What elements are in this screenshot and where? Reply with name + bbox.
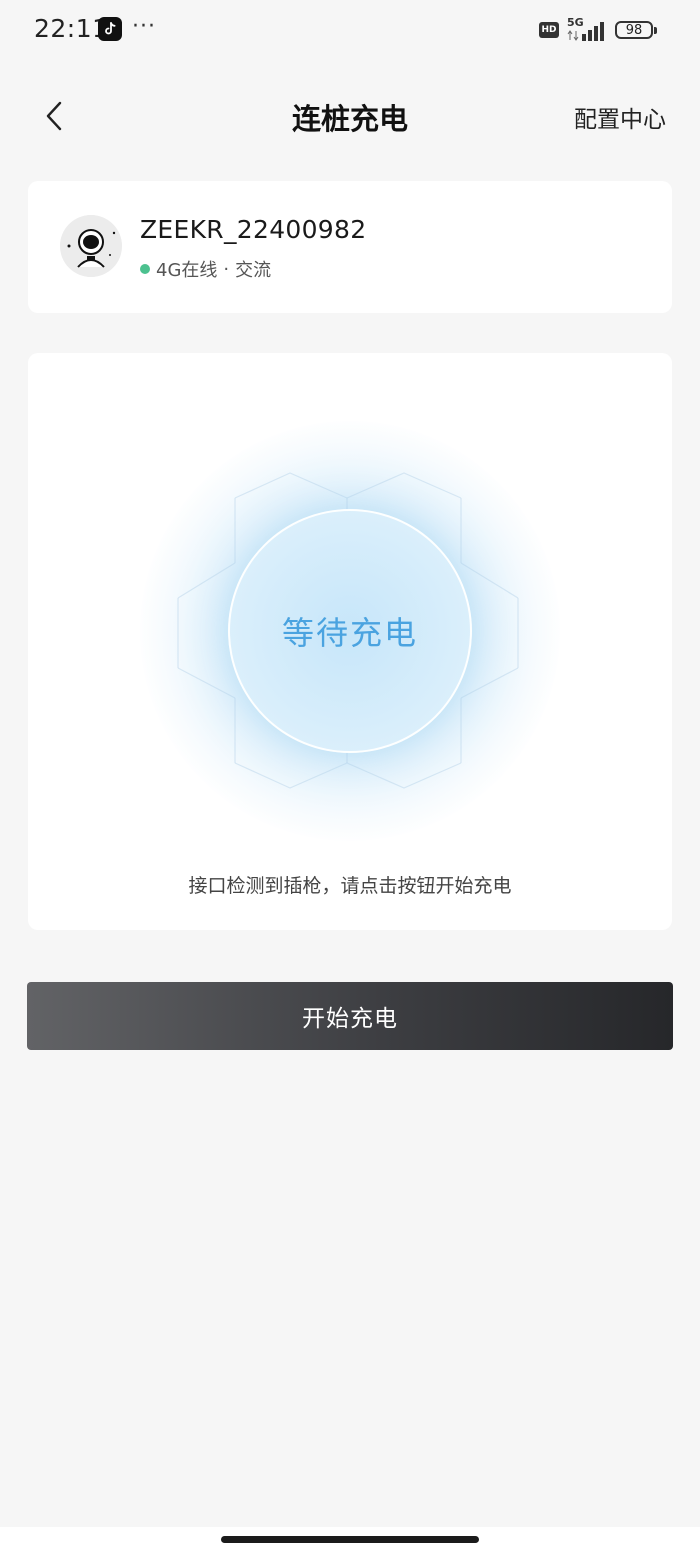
home-indicator[interactable]	[221, 1536, 479, 1543]
charge-status-card: 等待充电 接口检测到插枪，请点击按钮开始充电	[28, 353, 672, 930]
hd-badge: HD	[539, 22, 559, 38]
nav-bar: 连桩充电 配置中心	[0, 80, 700, 150]
charge-status-text: 等待充电	[281, 614, 418, 652]
device-card[interactable]: ZEEKR_22400982 4G在线 · 交流	[28, 181, 672, 313]
current-type-label: 交流	[235, 260, 272, 281]
signal-icon	[567, 22, 604, 41]
config-center-link[interactable]: 配置中心	[574, 100, 666, 134]
tiktok-app-icon	[98, 17, 122, 41]
charge-hint-text: 接口检测到插枪，请点击按钮开始充电	[188, 875, 512, 897]
battery-icon: 98	[615, 21, 657, 39]
avatar	[60, 215, 122, 277]
online-status-dot	[140, 264, 150, 274]
astronaut-icon	[60, 215, 122, 277]
charge-status-circle: 等待充电	[228, 509, 472, 753]
device-status: 4G在线 · 交流	[140, 256, 271, 282]
network-status-label: 4G在线	[156, 260, 218, 281]
more-notifications-icon: ···	[132, 14, 156, 39]
separator-dot: ·	[223, 258, 230, 280]
start-charging-button[interactable]: 开始充电	[27, 982, 673, 1050]
status-bar: 22:11 ··· HD 5G 98	[0, 0, 700, 62]
device-name: ZEEKR_22400982	[140, 215, 367, 244]
battery-level: 98	[625, 22, 643, 38]
